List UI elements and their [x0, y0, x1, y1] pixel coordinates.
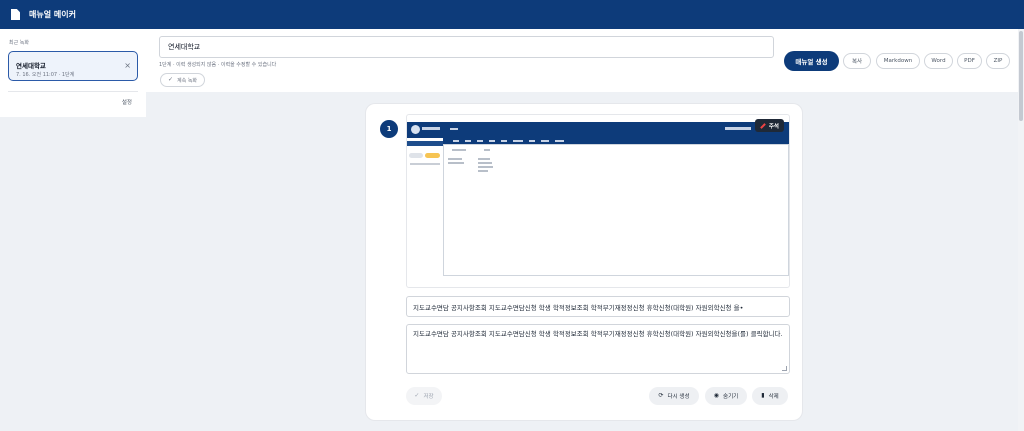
continue-recording-label: 계속 녹화 [177, 77, 198, 84]
check-icon: ✓ [414, 392, 420, 399]
delete-button[interactable]: ▮ 삭제 [752, 387, 788, 405]
regenerate-label: 다시 생성 [667, 394, 690, 400]
hide-label: 숨기기 [723, 394, 739, 400]
manual-name-input[interactable] [159, 36, 774, 58]
step-number: 1 [380, 120, 398, 138]
screenshot-topbar [407, 122, 789, 138]
document-icon [11, 9, 20, 20]
manual-hint: 1단계 · 이력 생성되지 않음 · 이력을 수정할 수 있습니다 [159, 62, 277, 68]
step-screenshot: 주석 [406, 114, 790, 288]
annotate-label: 주석 [768, 123, 779, 130]
markdown-button[interactable]: Markdown [876, 53, 920, 69]
generate-manual-button[interactable]: 매뉴얼 생성 [784, 51, 839, 71]
continue-recording-button[interactable]: ✓ 계속 녹화 [160, 73, 206, 87]
close-icon[interactable]: × [124, 61, 131, 70]
page-scrollbar[interactable] [1018, 29, 1024, 431]
step-title-input[interactable]: 지도교수면담 공지사항조회 지도교수면담신청 학생 학적정보조회 학적부기재정정… [406, 296, 790, 317]
screenshot-content [443, 144, 789, 276]
zip-button[interactable]: ZIP [986, 53, 1010, 69]
pencil-icon [760, 122, 766, 129]
app-header: 매뉴얼 메이커 [0, 0, 1024, 29]
resize-handle[interactable] [782, 366, 787, 371]
screenshot-sidebar [407, 138, 443, 182]
university-logo-icon [411, 125, 420, 134]
save-label: 저장 [423, 394, 434, 400]
pdf-button[interactable]: PDF [957, 53, 982, 69]
recording-meta: 7. 16. 오전 11:07 · 1단계 [16, 72, 75, 78]
hide-button[interactable]: ◉ 숨기기 [705, 387, 747, 405]
check-icon: ✓ [168, 76, 174, 83]
sidebar-divider [8, 91, 138, 92]
step-description-text: 지도교수면담 공지사항조회 지도교수면담신청 학생 학적정보조회 학적부기재정정… [413, 330, 783, 338]
save-button[interactable]: ✓ 저장 [406, 387, 442, 405]
word-button[interactable]: Word [924, 53, 953, 69]
recent-recordings-label: 최근 녹화 [9, 40, 29, 46]
delete-label: 삭제 [768, 394, 779, 400]
recording-item[interactable]: 연세대학교 7. 16. 오전 11:07 · 1단계 × [8, 51, 138, 81]
scrollbar-thumb[interactable] [1019, 31, 1023, 121]
trash-icon: ▮ [761, 392, 765, 399]
step-card: 1 주석 지도교수면담 공지사항조회 지도교수면담신청 학생 학적정보조회 학적… [366, 104, 802, 420]
eye-off-icon: ◉ [713, 392, 720, 399]
manual-header: 1단계 · 이력 생성되지 않음 · 이력을 수정할 수 있습니다 ✓ 계속 녹… [146, 29, 1024, 92]
sidebar: 최근 녹화 연세대학교 7. 16. 오전 11:07 · 1단계 × 설정 [0, 29, 146, 117]
refresh-icon: ⟳ [658, 392, 664, 399]
regenerate-button[interactable]: ⟳ 다시 생성 [649, 387, 699, 405]
app-title: 매뉴얼 메이커 [29, 10, 76, 19]
copy-button[interactable]: 복사 [843, 53, 871, 69]
settings-link[interactable]: 설정 [122, 98, 132, 106]
recording-title: 연세대학교 [16, 62, 46, 70]
step-description-textarea[interactable]: 지도교수면담 공지사항조회 지도교수면담신청 학생 학적정보조회 학적부기재정정… [406, 324, 790, 374]
annotate-button[interactable]: 주석 [754, 119, 784, 132]
